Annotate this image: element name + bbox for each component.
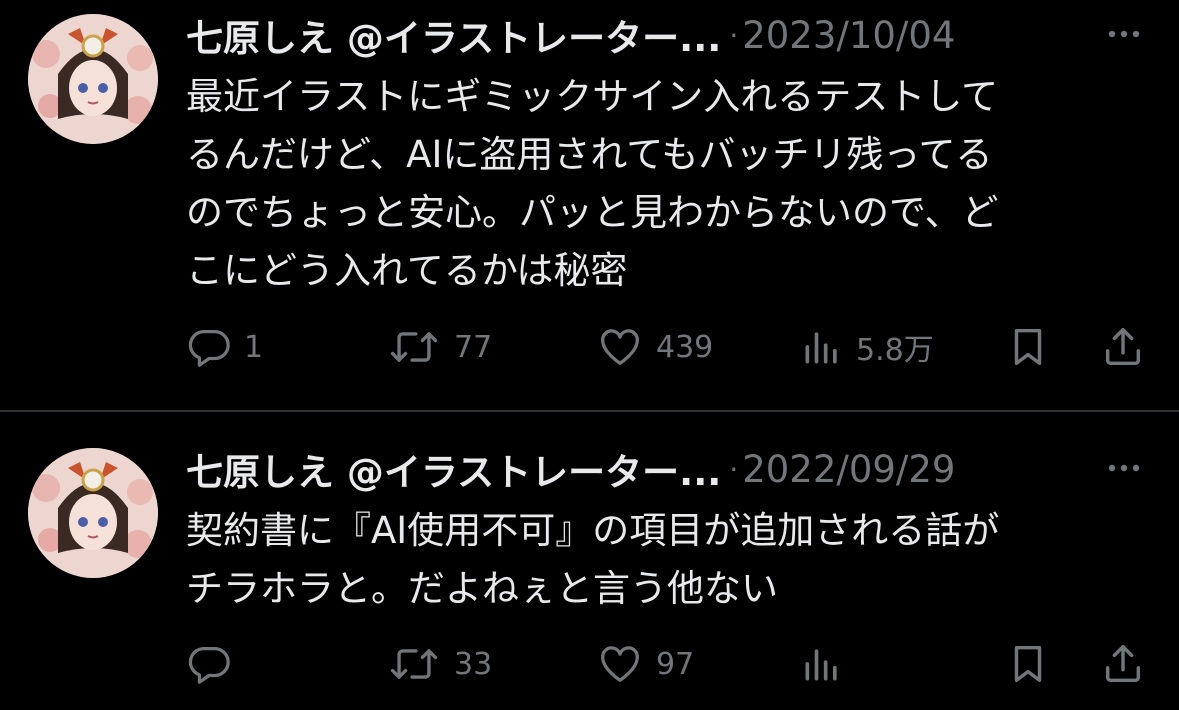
views-icon xyxy=(800,641,844,687)
share-icon xyxy=(1100,324,1146,370)
like-button[interactable]: 439 xyxy=(596,317,713,377)
tweet-text-line: 最近イラストにギミックサイン入れるテストして xyxy=(186,75,999,118)
tweet-text-line: のでちょっと安心。パッと見わからないので、ど xyxy=(186,191,999,234)
tweet-date[interactable]: 2022/09/29 xyxy=(742,448,955,491)
tweet-text-line: チラホラと。だよねぇと言う他ない xyxy=(186,567,778,610)
avatar[interactable] xyxy=(28,448,158,578)
bookmark-button[interactable] xyxy=(1005,317,1051,377)
share-button[interactable] xyxy=(1100,634,1146,694)
repost-count: 77 xyxy=(454,329,493,365)
tweet[interactable]: 七原しえ @イラストレーター... · 2023/10/04 最近イラストにギミ… xyxy=(0,0,1179,410)
repost-icon xyxy=(386,641,442,687)
bookmark-icon xyxy=(1005,324,1051,370)
author-name[interactable]: 七原しえ @イラストレーター... xyxy=(186,8,721,62)
views-count: 5.8万 xyxy=(856,333,934,368)
bookmark-icon xyxy=(1005,641,1051,687)
like-count: 439 xyxy=(656,329,714,365)
author-name[interactable]: 七原しえ @イラストレーター... xyxy=(186,442,721,496)
tweet-date[interactable]: 2023/10/04 xyxy=(742,14,955,57)
more-icon[interactable] xyxy=(1102,12,1146,56)
avatar[interactable] xyxy=(28,14,158,144)
tweet-text: 契約書に『AI使用不可』の項目が追加される話が チラホラと。だよねぇと言う他ない xyxy=(186,502,1146,618)
like-icon xyxy=(596,324,644,370)
views-icon xyxy=(800,324,844,370)
reply-button[interactable]: 1 xyxy=(186,317,263,377)
action-bar: 33 97 xyxy=(0,634,1179,694)
bookmark-button[interactable] xyxy=(1005,634,1051,694)
tweet-text-line: るんだけど、AIに盗用されてもバッチリ残ってる xyxy=(186,133,993,176)
repost-count: 33 xyxy=(454,646,493,682)
tweet-text-line: こにどう入れてるかは秘密 xyxy=(186,249,628,292)
like-button[interactable]: 97 xyxy=(596,634,694,694)
header-separator: · xyxy=(729,452,739,486)
views-button[interactable] xyxy=(800,634,856,694)
like-icon xyxy=(596,641,644,687)
reply-button[interactable] xyxy=(186,634,244,694)
tweet-header: 七原しえ @イラストレーター... · 2022/09/29 xyxy=(186,442,955,496)
tweet-header: 七原しえ @イラストレーター... · 2023/10/04 xyxy=(186,8,955,62)
share-icon xyxy=(1100,641,1146,687)
repost-button[interactable]: 77 xyxy=(386,317,492,377)
tweet-text: 最近イラストにギミックサイン入れるテストして るんだけど、AIに盗用されてもバッ… xyxy=(186,68,1146,300)
reply-icon xyxy=(186,641,232,687)
reply-count: 1 xyxy=(244,329,264,365)
header-separator: · xyxy=(729,18,739,52)
reply-icon xyxy=(186,324,232,370)
repost-icon xyxy=(386,324,442,370)
tweet-text-line: 契約書に『AI使用不可』の項目が追加される話が xyxy=(186,509,1000,552)
action-bar: 1 77 439 5.8万 xyxy=(0,317,1179,377)
like-count: 97 xyxy=(656,646,695,682)
tweet[interactable]: 七原しえ @イラストレーター... · 2022/09/29 契約書に『AI使用… xyxy=(0,412,1179,710)
share-button[interactable] xyxy=(1100,317,1146,377)
repost-button[interactable]: 33 xyxy=(386,634,492,694)
more-icon[interactable] xyxy=(1102,446,1146,490)
views-button[interactable]: 5.8万 xyxy=(800,317,934,377)
